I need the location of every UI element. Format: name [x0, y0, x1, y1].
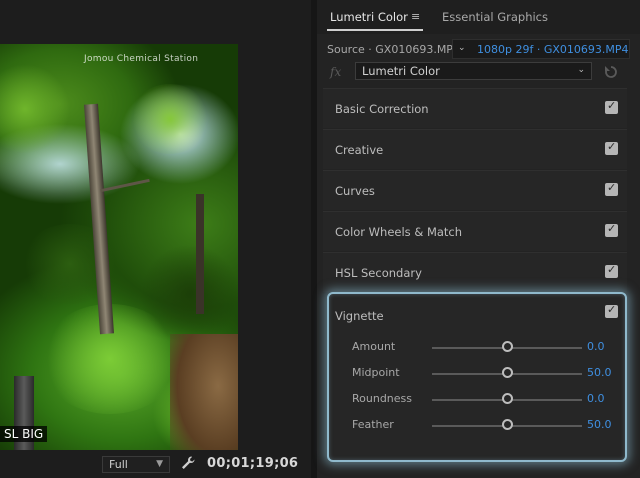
section-curves[interactable]: Curves ✓ — [323, 170, 627, 210]
chevron-down-icon: ⌄ — [458, 43, 466, 53]
fx-icon[interactable]: fx — [330, 65, 341, 79]
section-hsl-secondary[interactable]: HSL Secondary ✓ — [323, 252, 627, 292]
roundness-label: Roundness — [352, 392, 413, 405]
creative-checkbox[interactable]: ✓ — [605, 140, 618, 155]
active-tab-indicator — [327, 29, 423, 31]
feather-value[interactable]: 50.0 — [587, 418, 612, 431]
effect-select-label: Lumetri Color — [362, 64, 440, 78]
tab-lumetri-color[interactable]: Lumetri Color — [330, 10, 408, 24]
section-creative[interactable]: Creative ✓ — [323, 129, 627, 169]
overlay-caption: SL BIG — [0, 426, 48, 442]
roundness-slider-knob[interactable] — [501, 393, 513, 404]
forest-path — [170, 334, 238, 450]
section-label: Creative — [335, 143, 384, 157]
video-watermark: Jomou Chemical Station — [84, 54, 199, 64]
wrench-icon[interactable] — [180, 455, 196, 471]
tree-trunk-2 — [196, 194, 204, 314]
section-label: Basic Correction — [335, 102, 429, 116]
chevron-down-icon: ⌄ — [577, 65, 585, 75]
source-row: Source · GX010693.MP4 ⌄ 1080p 29f · GX01… — [317, 38, 640, 60]
feather-label: Feather — [352, 418, 394, 431]
vignette-midpoint-row: Midpoint 50.0 — [329, 364, 625, 384]
section-label: Curves — [335, 184, 375, 198]
roundness-value[interactable]: 0.0 — [587, 392, 605, 405]
video-frame[interactable]: Jomou Chemical Station SL BIG — [0, 44, 238, 450]
checkmark-icon: ✓ — [607, 140, 617, 153]
zoom-level-label: Full — [109, 458, 128, 471]
checkmark-icon: ✓ — [607, 303, 617, 316]
checkmark-icon: ✓ — [607, 99, 617, 112]
sequence-clip-label: 1080p 29f · GX010693.MP4 — [477, 43, 629, 56]
vignette-checkbox[interactable]: ✓ — [605, 303, 618, 318]
midpoint-value[interactable]: 50.0 — [587, 366, 612, 379]
section-label: Color Wheels & Match — [335, 225, 463, 239]
section-label: HSL Secondary — [335, 266, 422, 280]
effect-select[interactable]: Lumetri Color ⌄ — [355, 62, 592, 80]
basic-correction-checkbox[interactable]: ✓ — [605, 99, 618, 114]
checkmark-icon: ✓ — [607, 263, 617, 276]
monitor-controls: Full ▼ 00;01;19;06 — [0, 452, 311, 478]
vignette-roundness-row: Roundness 0.0 — [329, 390, 625, 410]
vignette-feather-row: Feather 50.0 — [329, 416, 625, 436]
amount-label: Amount — [352, 340, 396, 353]
section-color-wheels-match[interactable]: Color Wheels & Match ✓ — [323, 211, 627, 251]
checkmark-icon: ✓ — [607, 181, 617, 194]
chevron-down-icon: ▼ — [156, 459, 163, 469]
lumetri-color-panel: Lumetri Color ≡ Essential Graphics Sourc… — [311, 0, 640, 478]
reset-icon[interactable] — [603, 64, 619, 80]
tab-essential-graphics[interactable]: Essential Graphics — [442, 10, 548, 24]
source-clip-label[interactable]: Source · GX010693.MP4 — [327, 43, 460, 56]
hsl-secondary-checkbox[interactable]: ✓ — [605, 263, 618, 278]
color-wheels-checkbox[interactable]: ✓ — [605, 222, 618, 237]
midpoint-slider-knob[interactable] — [501, 367, 513, 378]
sequence-clip-dropdown[interactable]: ⌄ 1080p 29f · GX010693.MP4 — [452, 39, 630, 59]
section-label: Vignette — [335, 309, 384, 323]
feather-slider-knob[interactable] — [501, 419, 513, 430]
checkmark-icon: ✓ — [607, 222, 617, 235]
amount-slider-knob[interactable] — [501, 341, 513, 352]
section-vignette[interactable]: Vignette ✓ Amount 0.0 Midpoint 50.0 Roun… — [327, 292, 627, 462]
midpoint-label: Midpoint — [352, 366, 400, 379]
program-monitor: Jomou Chemical Station SL BIG Full ▼ 00;… — [0, 0, 311, 478]
section-basic-correction[interactable]: Basic Correction ✓ — [323, 88, 627, 128]
tree-branch — [100, 178, 150, 193]
hamburger-menu-icon[interactable]: ≡ — [411, 10, 420, 23]
amount-value[interactable]: 0.0 — [587, 340, 605, 353]
effect-row: fx Lumetri Color ⌄ — [317, 62, 640, 84]
zoom-level-select[interactable]: Full ▼ — [102, 456, 170, 473]
playhead-timecode[interactable]: 00;01;19;06 — [207, 456, 298, 471]
vignette-amount-row: Amount 0.0 — [329, 338, 625, 358]
panel-tabs: Lumetri Color ≡ Essential Graphics — [317, 0, 640, 34]
curves-checkbox[interactable]: ✓ — [605, 181, 618, 196]
